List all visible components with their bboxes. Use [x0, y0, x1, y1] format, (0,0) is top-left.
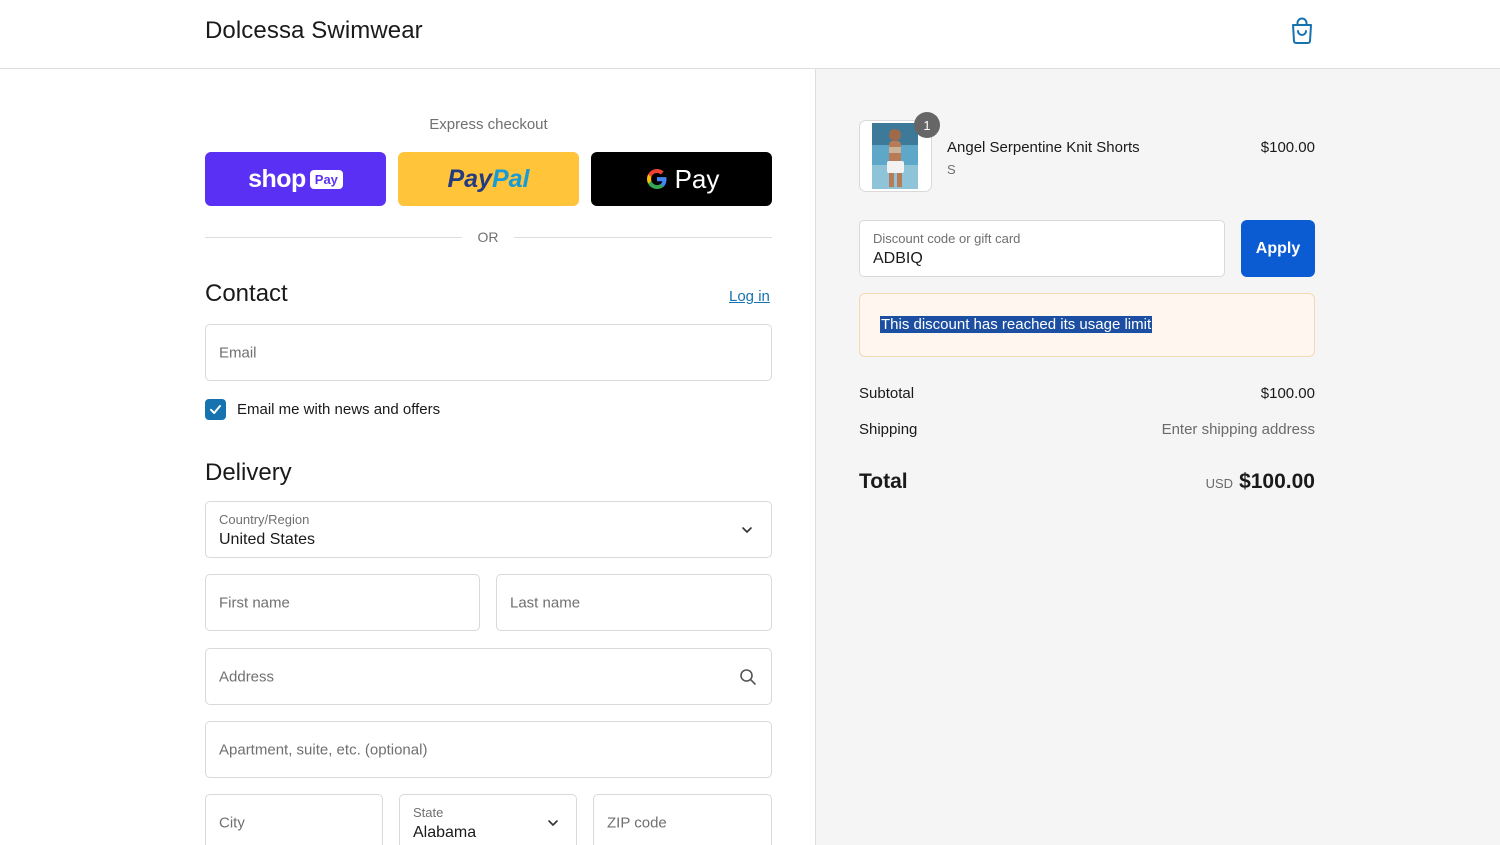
- product-price: $100.00: [1260, 139, 1315, 156]
- city-placeholder: City: [219, 814, 245, 831]
- last-name-placeholder: Last name: [510, 594, 581, 611]
- zip-placeholder: ZIP code: [607, 814, 667, 831]
- divider-right: [514, 237, 772, 238]
- product-name: Angel Serpentine Knit Shorts: [947, 139, 1140, 156]
- quantity-badge: 1: [914, 112, 940, 138]
- chevron-down-icon: [548, 819, 558, 826]
- store-brand[interactable]: Dolcessa Swimwear: [205, 17, 423, 45]
- newsletter-label: Email me with news and offers: [237, 400, 441, 418]
- shop-pay-button[interactable]: shop Pay: [205, 152, 386, 206]
- email-placeholder: Email: [219, 344, 257, 361]
- newsletter-option[interactable]: Email me with news and offers: [205, 398, 440, 420]
- newsletter-checkbox[interactable]: [205, 398, 226, 420]
- google-pay-label: Pay: [674, 163, 720, 194]
- shop-pay-tag: Pay: [309, 169, 343, 189]
- total-value: USD $100.00: [1100, 470, 1315, 494]
- product-variant: S: [947, 162, 956, 177]
- address-placeholder: Address: [219, 668, 275, 685]
- state-value: Alabama: [413, 824, 477, 841]
- first-name-placeholder: First name: [219, 594, 290, 611]
- country-value: United States: [219, 531, 316, 548]
- discount-code-field[interactable]: Discount code or gift card ADBIQ: [859, 220, 1225, 277]
- paypal-logo: PayPal: [447, 164, 530, 193]
- country-select[interactable]: Country/Region United States: [205, 501, 772, 558]
- discount-code-label: Discount code or gift card: [873, 231, 1021, 246]
- discount-error-alert: This discount has reached its usage limi…: [859, 293, 1315, 357]
- apartment-field[interactable]: Apartment, suite, etc. (optional): [205, 721, 772, 778]
- header: Dolcessa Swimwear: [0, 0, 1500, 69]
- express-checkout-label: Express checkout: [429, 116, 548, 133]
- shop-pay-logo: shop: [248, 164, 306, 193]
- google-g-icon: [646, 169, 667, 189]
- zip-field[interactable]: ZIP code: [593, 794, 772, 845]
- total-currency: USD: [1205, 476, 1234, 491]
- chevron-down-icon: [742, 526, 752, 533]
- last-name-field[interactable]: Last name: [496, 574, 772, 631]
- checkmark-icon: [210, 404, 221, 414]
- divider-left: [205, 237, 462, 238]
- apartment-placeholder: Apartment, suite, etc. (optional): [219, 741, 428, 758]
- search-icon: [740, 668, 756, 685]
- state-label: State: [413, 805, 444, 820]
- log-in-link[interactable]: Log in: [729, 288, 770, 305]
- subtotal-value: $100.00: [1260, 385, 1315, 402]
- total-label: Total: [859, 470, 908, 493]
- country-label: Country/Region: [219, 512, 310, 527]
- discount-error-text: This discount has reached its usage limi…: [880, 316, 1153, 333]
- shopping-bag-icon[interactable]: [1289, 16, 1315, 44]
- or-divider-text: OR: [477, 229, 499, 245]
- contact-heading: Contact: [205, 280, 288, 307]
- city-field[interactable]: City: [205, 794, 383, 845]
- google-pay-button[interactable]: Pay: [591, 152, 772, 206]
- shipping-value: Enter shipping address: [1161, 421, 1315, 438]
- delivery-heading: Delivery: [205, 459, 292, 486]
- discount-code-value: ADBIQ: [873, 250, 923, 267]
- state-select[interactable]: State Alabama: [399, 794, 577, 845]
- subtotal-label: Subtotal: [859, 385, 915, 402]
- total-amount: $100.00: [1239, 470, 1315, 493]
- email-field[interactable]: Email: [205, 324, 772, 381]
- paypal-button[interactable]: PayPal: [398, 152, 579, 206]
- first-name-field[interactable]: First name: [205, 574, 480, 631]
- apply-discount-button[interactable]: Apply: [1241, 220, 1315, 277]
- address-field[interactable]: Address: [205, 648, 772, 705]
- shipping-label: Shipping: [859, 421, 918, 438]
